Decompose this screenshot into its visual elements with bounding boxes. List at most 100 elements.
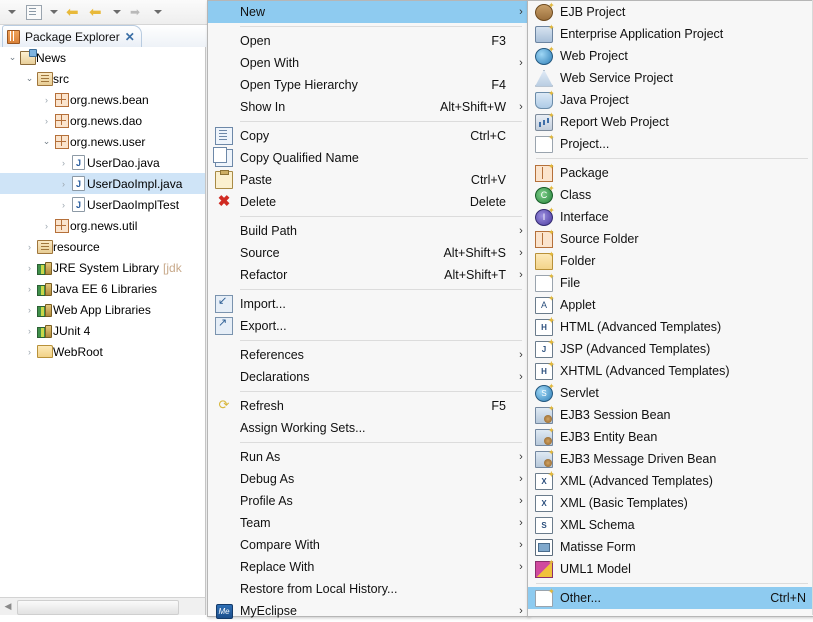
submenu-item[interactable]: EJB3 Entity Bean [528,426,813,448]
horizontal-scrollbar[interactable]: ◀ [0,597,206,615]
tree-item[interactable]: › resource [0,236,205,257]
submenu-item[interactable]: JJSP (Advanced Templates) [528,338,813,360]
chevron-right-icon[interactable]: › [57,158,70,168]
chevron-down-icon[interactable] [154,3,162,21]
submenu-item[interactable]: Web Project [528,45,813,67]
chevron-right-icon[interactable]: › [40,95,53,105]
submenu-item[interactable]: SServlet [528,382,813,404]
tree-item[interactable]: ⌄ src [0,68,205,89]
submenu-item[interactable]: EJB Project [528,1,813,23]
submenu-item[interactable]: EJB3 Session Bean [528,404,813,426]
chevron-down-icon[interactable]: ⌄ [40,136,53,147]
forward-arrow-icon[interactable]: ➡ [130,3,140,21]
chevron-down-icon[interactable]: ⌄ [23,73,36,84]
chevron-right-icon[interactable]: › [40,221,53,231]
menu-item[interactable]: Run As › [208,446,528,468]
menu-item[interactable]: Source Alt+Shift+S › [208,242,528,264]
menu-item[interactable]: Refactor Alt+Shift+T › [208,264,528,286]
menu-item[interactable]: Declarations › [208,366,528,388]
menu-item[interactable]: Copy Ctrl+C [208,125,528,147]
submenu-item[interactable]: S XML Schema [528,514,813,536]
submenu-item[interactable]: UML1 Model [528,558,813,580]
submenu-item[interactable]: Matisse Form [528,536,813,558]
submenu-item[interactable]: HXHTML (Advanced Templates) [528,360,813,382]
chevron-right-icon[interactable]: › [23,326,36,336]
chevron-right-icon[interactable]: › [57,179,70,189]
collapse-all-icon[interactable] [26,3,42,21]
menu-item[interactable]: Compare With › [208,534,528,556]
chevron-right-icon[interactable]: › [23,347,36,357]
tree-item[interactable]: › JRE System Library [jdk [0,257,205,278]
tree-item[interactable]: ⌄ News [0,47,205,68]
chevron-down-icon[interactable] [8,3,16,21]
submenu-item[interactable]: Java Project [528,89,813,111]
chevron-down-icon[interactable] [113,3,121,21]
menu-item[interactable]: Debug As › [208,468,528,490]
chevron-right-icon[interactable]: › [23,242,36,252]
submenu-item[interactable]: Report Web Project [528,111,813,133]
chevron-down-icon[interactable]: ⌄ [6,52,19,63]
submenu-item[interactable]: EJB3 Message Driven Bean [528,448,813,470]
menu-item[interactable]: Import... [208,293,528,315]
chevron-right-icon[interactable]: › [23,284,36,294]
menu-item[interactable]: Restore from Local History... [208,578,528,600]
submenu-item[interactable]: Folder [528,250,813,272]
chevron-down-icon[interactable] [50,3,58,21]
submenu-item[interactable]: HHTML (Advanced Templates) [528,316,813,338]
chevron-right-icon[interactable]: › [57,200,70,210]
submenu-item[interactable]: Web Service Project [528,67,813,89]
menu-item[interactable]: Open With › [208,52,528,74]
tree-item[interactable]: › org.news.dao [0,110,205,131]
back-arrow-icon[interactable]: ⬅ [66,3,79,21]
chevron-right-icon[interactable]: › [23,305,36,315]
tree-item[interactable]: › org.news.util [0,215,205,236]
menu-item[interactable]: Open F3 [208,30,528,52]
scrollbar-thumb[interactable] [17,600,179,615]
submenu-item[interactable]: Project... [528,133,813,155]
tree-item[interactable]: › Web App Libraries [0,299,205,320]
menu-item[interactable]: Assign Working Sets... [208,417,528,439]
tree-item[interactable]: › JUnit 4 [0,320,205,341]
menu-item[interactable]: Export... [208,315,528,337]
submenu-item[interactable]: X XML (Basic Templates) [528,492,813,514]
chevron-right-icon[interactable]: › [40,116,53,126]
submenu-item[interactable]: CClass [528,184,813,206]
menu-item[interactable]: ✖ Delete Delete [208,191,528,213]
back-arrow-icon[interactable]: ⬅ [89,3,102,21]
submenu-item[interactable]: XXML (Advanced Templates) [528,470,813,492]
menu-item[interactable]: Replace With › [208,556,528,578]
scroll-left-icon[interactable]: ◀ [1,600,15,613]
menu-item[interactable]: ⟳ Refresh F5 [208,395,528,417]
copy-qualified-name-icon [208,147,240,169]
submenu-item[interactable]: Enterprise Application Project [528,23,813,45]
menu-item[interactable]: Team › [208,512,528,534]
close-icon[interactable]: ✕ [125,31,135,43]
menu-item[interactable]: Show In Alt+Shift+W › [208,96,528,118]
tree-item[interactable]: › J UserDaoImplTest [0,194,205,215]
menu-item[interactable]: Profile As › [208,490,528,512]
menu-item[interactable]: References › [208,344,528,366]
tree-item[interactable]: › WebRoot [0,341,205,362]
context-menu[interactable]: New › Open F3 Open With › Open Type Hierarchy F… [207,0,529,619]
tree-item[interactable]: ⌄ org.news.user [0,131,205,152]
project-tree[interactable]: ⌄ News ⌄ src › org.news.bean › org.news.dao ⌄ org… [0,47,206,598]
tab-package-explorer[interactable]: Package Explorer ✕ [2,25,142,48]
submenu-item[interactable]: Package [528,162,813,184]
menu-item[interactable]: Build Path › [208,220,528,242]
menu-item[interactable]: Paste Ctrl+V [208,169,528,191]
tree-item[interactable]: › org.news.bean [0,89,205,110]
tree-item[interactable]: › J UserDao.java [0,152,205,173]
submenu-item[interactable]: Other... Ctrl+N [528,587,813,609]
new-submenu[interactable]: EJB Project Enterprise Application Projec… [527,0,813,617]
tree-item[interactable]: › J UserDaoImpl.java [0,173,205,194]
submenu-item[interactable]: Source Folder [528,228,813,250]
submenu-item[interactable]: IInterface [528,206,813,228]
submenu-item[interactable]: File [528,272,813,294]
menu-item[interactable]: Open Type Hierarchy F4 [208,74,528,96]
tree-item[interactable]: › Java EE 6 Libraries [0,278,205,299]
chevron-right-icon[interactable]: › [23,263,36,273]
menu-item[interactable]: Copy Qualified Name [208,147,528,169]
menu-item[interactable]: Me MyEclipse › [208,600,528,622]
submenu-item[interactable]: AApplet [528,294,813,316]
menu-item[interactable]: New › [208,1,528,23]
